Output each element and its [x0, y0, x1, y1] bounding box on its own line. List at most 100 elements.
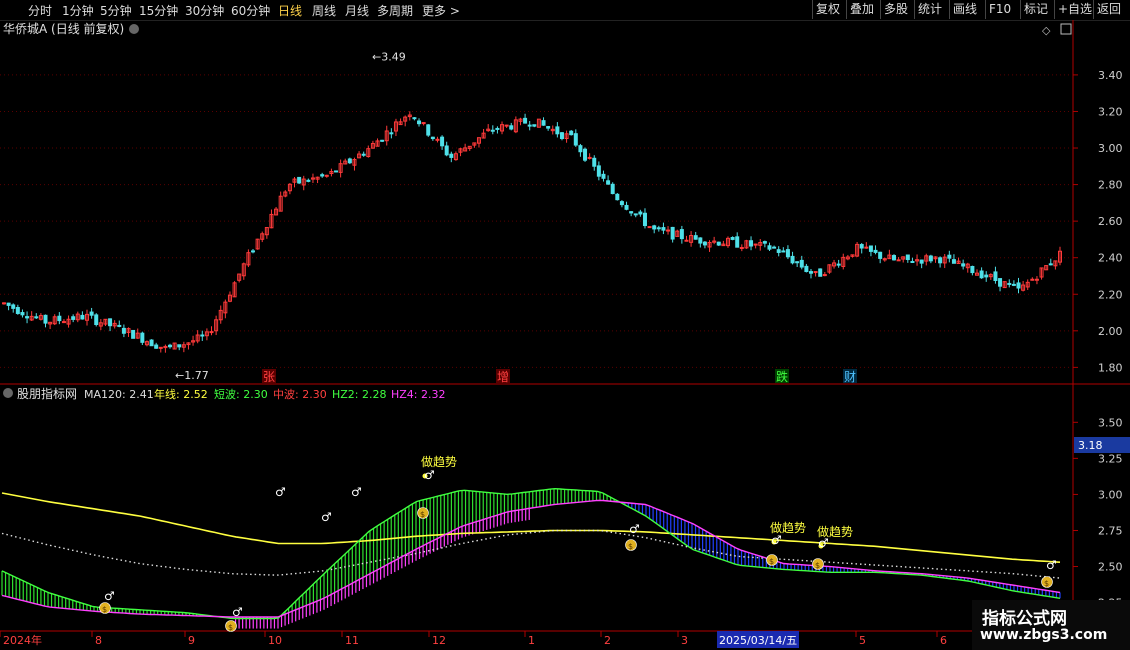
timeframe-2[interactable]: 5分钟	[100, 2, 132, 19]
tool-7[interactable]: +自选	[1054, 0, 1095, 19]
candle-body	[693, 235, 698, 240]
high-price-label: ←3.49	[372, 50, 406, 63]
male-sign-icon: ♂	[629, 522, 640, 536]
series-line-年线	[1, 492, 1061, 563]
indicator-value-1: 年线: 2.52	[154, 387, 208, 401]
candle-body	[57, 315, 62, 322]
candle-body	[306, 179, 311, 182]
price-panel-title: 华侨城A (日线 前复权)	[3, 21, 124, 36]
trend-annotation: 做趋势	[421, 454, 457, 469]
indicator-chevron-icon[interactable]	[3, 388, 13, 398]
male-sign-icon: ♂	[351, 485, 362, 499]
candle-body	[495, 127, 500, 130]
candle-body	[34, 316, 39, 319]
candle-body	[984, 274, 989, 278]
candle-body	[633, 213, 638, 216]
candle-body	[698, 237, 703, 244]
timeframe-6[interactable]: 日线	[278, 2, 302, 19]
candle-body	[1007, 282, 1012, 285]
ind-tick-label: 3.00	[1098, 488, 1123, 501]
candle-body	[80, 314, 85, 320]
candle-body	[772, 246, 777, 249]
money-bag-glyph: $	[1044, 579, 1049, 588]
price-tick-label: 3.00	[1098, 142, 1123, 155]
ribbon-bars	[1, 488, 1061, 629]
tool-4[interactable]: 画线	[949, 0, 980, 19]
timeframe-10[interactable]: 更多 >	[422, 2, 460, 19]
candle-body	[573, 133, 578, 146]
watermark-title: 指标公式网	[982, 609, 1067, 629]
candle-body	[2, 302, 6, 305]
candle-body	[1016, 282, 1021, 289]
candle-body	[1048, 263, 1053, 266]
candle-body	[440, 136, 445, 147]
candle-body	[836, 263, 841, 266]
price-tick-label: 2.80	[1098, 179, 1123, 192]
timeframe-4[interactable]: 30分钟	[185, 2, 224, 19]
watermark: 指标公式网 www.zbgs3.com	[972, 600, 1130, 650]
candle-body	[347, 158, 352, 164]
ind-tick-label: 2.75	[1098, 524, 1123, 537]
candle-body	[656, 227, 661, 230]
candle-body	[251, 250, 256, 253]
candle-body	[799, 259, 804, 268]
time-label: 2	[604, 634, 611, 647]
candle-body	[94, 314, 99, 326]
candle-body	[642, 212, 647, 227]
candle-body	[808, 271, 813, 274]
timeframe-1[interactable]: 1分钟	[62, 2, 94, 19]
candle-body	[361, 153, 366, 156]
candle-body	[541, 120, 546, 126]
indicator-value-3: 中波: 2.30	[273, 388, 327, 401]
time-label: 2025/03/14/五	[719, 634, 797, 647]
timeframe-9[interactable]: 多周期	[377, 2, 413, 19]
tool-1[interactable]: 叠加	[846, 0, 877, 19]
tool-6[interactable]: 标记	[1020, 0, 1051, 19]
watermark-url: www.zbgs3.com	[980, 627, 1108, 643]
time-label: 12	[432, 634, 446, 647]
candle-body	[559, 132, 564, 140]
candle-body	[15, 307, 20, 314]
candle-body	[629, 211, 634, 214]
tool-2[interactable]: 多股	[880, 0, 911, 19]
candle-body	[417, 120, 422, 125]
candle-body	[804, 265, 809, 273]
expand-icon[interactable]	[1060, 23, 1072, 35]
toolbar: 分时 1分钟 5分钟 15分钟 30分钟 60分钟 日线 周线 月线 多周期 更多 > 复权 叠加 多股…	[0, 0, 1130, 21]
candle-body	[20, 312, 25, 316]
candle-body	[43, 314, 48, 324]
marker-0: 张	[263, 370, 275, 384]
candle-body	[412, 117, 417, 120]
candle-body	[168, 344, 173, 348]
chevron-down-icon[interactable]	[129, 24, 139, 34]
timeframe-8[interactable]: 月线	[345, 2, 369, 19]
timeframe-0[interactable]: 分时	[28, 2, 52, 19]
time-label: 5	[859, 634, 866, 647]
candle-body	[878, 251, 883, 259]
tool-0[interactable]: 复权	[812, 0, 843, 19]
tool-8[interactable]: 返回	[1093, 0, 1124, 19]
candle-body	[970, 265, 975, 274]
tool-3[interactable]: 统计	[914, 0, 945, 19]
male-sign-icon: ♂	[232, 605, 243, 619]
chart-area[interactable]: 华侨城A (日线 前复权) ◇ 3.40 3.20 3.00 2.80 2.60 2.40…	[0, 20, 1130, 650]
diamond-icon[interactable]: ◇	[1042, 24, 1051, 37]
price-tick-label: 2.60	[1098, 215, 1123, 228]
money-bag-glyph: $	[102, 605, 107, 614]
candle-body	[610, 183, 615, 195]
candle-body	[1030, 278, 1035, 281]
candle-body	[781, 250, 786, 253]
candle-body	[702, 241, 707, 246]
tool-5[interactable]: F10	[985, 0, 1014, 19]
timeframe-5[interactable]: 60分钟	[231, 2, 270, 19]
candle-body	[993, 271, 998, 281]
timeframe-3[interactable]: 15分钟	[139, 2, 178, 19]
male-sign-icon: ♂	[321, 510, 332, 524]
timeframe-7[interactable]: 周线	[312, 2, 336, 19]
candle-body	[578, 145, 583, 153]
candle-body	[587, 156, 592, 159]
indicator-value-0: MA120: 2.41	[84, 388, 154, 401]
candle-body	[140, 332, 145, 343]
candle-body	[569, 130, 574, 136]
time-label: 10	[268, 634, 282, 647]
